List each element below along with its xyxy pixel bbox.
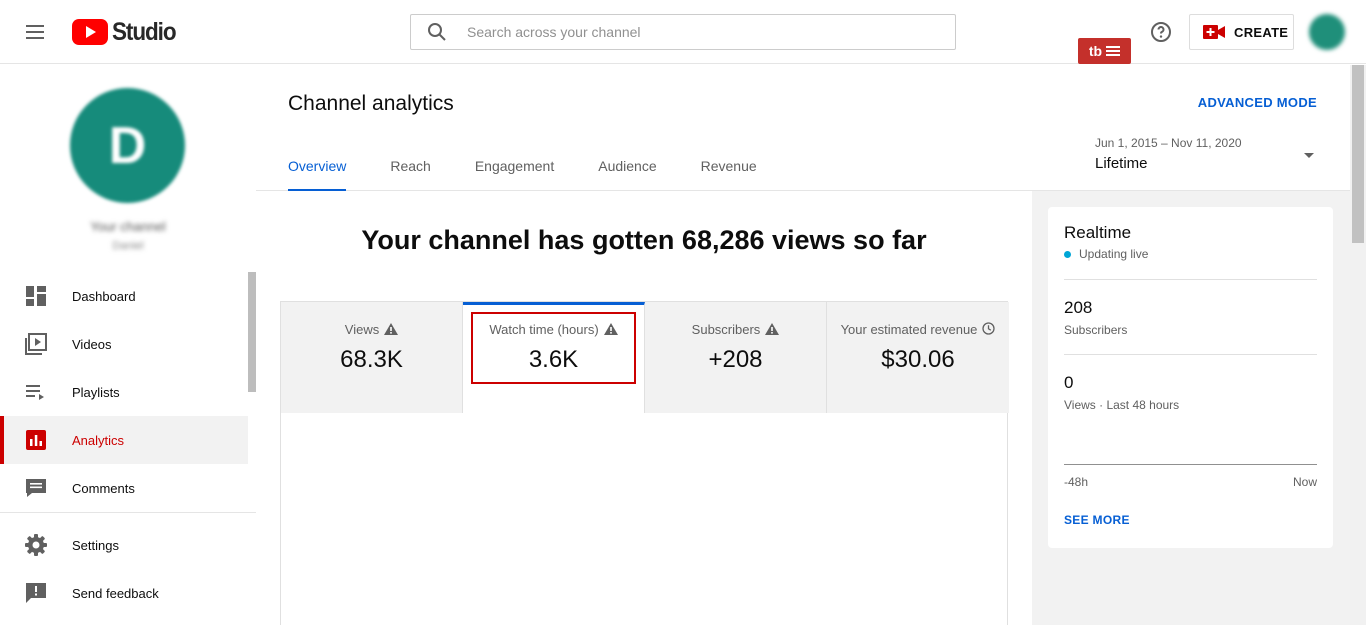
analytics-header: Channel analytics ADVANCED MODE Overview… [256, 65, 1350, 191]
realtime-chart-axis [1064, 464, 1317, 465]
page-scrollbar[interactable] [1350, 65, 1366, 625]
dashboard-icon [26, 286, 46, 306]
search-input[interactable] [467, 15, 937, 49]
sidebar-divider [0, 512, 256, 513]
sidebar-item-label: Videos [72, 336, 112, 352]
advanced-mode-button[interactable]: ADVANCED MODE [1198, 95, 1317, 110]
sidebar-item-comments[interactable]: Comments [0, 464, 248, 512]
date-range-dates: Jun 1, 2015 – Nov 11, 2020 [1095, 136, 1242, 150]
tubebuddy-badge-label: tb [1088, 43, 1103, 59]
sidebar-item-send-feedback[interactable]: Send feedback [0, 569, 248, 617]
tab-overview[interactable]: Overview [288, 145, 347, 191]
realtime-status-label: Updating live [1079, 247, 1149, 261]
watch-time-chart[interactable]: 500.0333.3166.70.0Jun 1,...Apr 28, 2016M… [281, 413, 1007, 625]
create-label: CREATE [1234, 24, 1289, 40]
metric-label-container: Subscribers [645, 322, 826, 337]
tab-reach[interactable]: Reach [390, 145, 430, 191]
realtime-subscribers-label: Subscribers [1064, 323, 1128, 337]
youtube-logo-icon [72, 19, 108, 45]
metric-label-container: Views [281, 322, 462, 337]
date-range-label: Lifetime [1095, 155, 1148, 172]
right-panel: Realtime Updating live 208 Subscribers 0… [1032, 191, 1350, 625]
playlists-icon [26, 385, 44, 400]
realtime-subscribers-value: 208 [1064, 298, 1093, 317]
metric-watch-time[interactable]: Watch time (hours) 3.6K [463, 302, 645, 413]
sidebar-scrollbar[interactable] [248, 272, 256, 392]
sidebar-item-analytics[interactable]: Analytics [0, 416, 248, 464]
sidebar-item-label: Comments [72, 480, 135, 496]
tubebuddy-menu-button[interactable]: tb [1078, 38, 1131, 64]
list-icon [1106, 46, 1121, 56]
search-box[interactable] [410, 14, 956, 50]
highlight-box [471, 312, 636, 384]
comments-icon [26, 479, 46, 497]
metric-value: +208 [708, 346, 763, 373]
menu-icon[interactable] [24, 20, 48, 44]
realtime-title: Realtime [1064, 223, 1132, 242]
metric-value: $30.06 [881, 346, 955, 373]
video-camera-icon [1203, 25, 1225, 39]
sidebar: D Your channel Daniel Dashboard Videos P… [0, 65, 256, 625]
account-avatar[interactable] [1309, 14, 1345, 50]
metric-label: Your estimated revenue [840, 322, 978, 337]
create-button[interactable]: CREATE [1189, 14, 1294, 50]
realtime-views-value: 0 [1064, 373, 1074, 392]
videos-icon [25, 333, 47, 355]
channel-avatar[interactable]: D [70, 88, 185, 203]
search-icon [428, 23, 446, 41]
studio-logo[interactable]: Studio [72, 18, 183, 46]
metric-subscribers[interactable]: Subscribers +208 [645, 302, 827, 413]
clock-icon [982, 322, 996, 335]
feedback-icon [26, 583, 46, 603]
sidebar-item-videos[interactable]: Videos [0, 320, 248, 368]
sidebar-item-label: Dashboard [72, 288, 136, 304]
realtime-views-label: Views · Last 48 hours [1064, 398, 1180, 412]
realtime-axis-end: Now [1292, 475, 1317, 489]
sidebar-item-settings[interactable]: Settings [0, 521, 248, 569]
metric-value: 68.3K [340, 346, 403, 373]
tab-engagement[interactable]: Engagement [475, 145, 554, 191]
sidebar-item-label: Send feedback [72, 585, 159, 601]
dropdown-arrow-icon [1304, 153, 1314, 158]
warning-icon [384, 323, 399, 335]
sidebar-item-label: Settings [72, 537, 119, 553]
divider [1064, 279, 1317, 280]
metric-views[interactable]: Views 68.3K [281, 302, 463, 413]
metric-label-container: Your estimated revenue [827, 322, 1009, 337]
sidebar-item-playlists[interactable]: Playlists [0, 368, 248, 416]
sidebar-item-label: Analytics [72, 432, 125, 448]
see-more-button[interactable]: SEE MORE [1064, 513, 1130, 527]
date-range-selector[interactable]: Jun 1, 2015 – Nov 11, 2020 Lifetime [1095, 136, 1315, 176]
divider [1064, 354, 1317, 355]
top-bar: Studio tb CREATE [0, 0, 1366, 64]
page-title: Channel analytics [288, 92, 454, 115]
metric-label: Subscribers [691, 322, 761, 337]
tab-audience[interactable]: Audience [598, 145, 656, 191]
warning-icon [765, 323, 780, 335]
gear-icon [25, 534, 47, 556]
metric-label: Views [344, 322, 380, 337]
logo-text: Studio [112, 17, 177, 46]
realtime-card: Realtime Updating live 208 Subscribers 0… [1048, 207, 1333, 548]
analytics-icon [26, 430, 46, 450]
realtime-status: Updating live [1064, 247, 1148, 261]
overview-content: Your channel has gotten 68,286 views so … [256, 191, 1032, 625]
channel-subtitle: Daniel [112, 240, 144, 252]
metric-estimated-revenue[interactable]: Your estimated revenue $30.06 [827, 302, 1009, 413]
tab-revenue[interactable]: Revenue [701, 145, 757, 191]
sidebar-item-dashboard[interactable]: Dashboard [0, 272, 248, 320]
realtime-axis-start: -48h [1064, 475, 1089, 489]
metrics-card: Views 68.3K Watch time (hours) 3.6K Subs… [280, 301, 1009, 625]
analytics-tabs: Overview Reach Engagement Audience Reven… [288, 145, 801, 191]
views-headline: Your channel has gotten 68,286 views so … [361, 225, 927, 255]
channel-name: Your channel [90, 219, 166, 234]
help-icon[interactable] [1149, 20, 1173, 44]
sidebar-item-label: Playlists [72, 384, 120, 400]
scrollbar-thumb[interactable] [1352, 65, 1364, 243]
live-dot-icon [1064, 250, 1071, 258]
